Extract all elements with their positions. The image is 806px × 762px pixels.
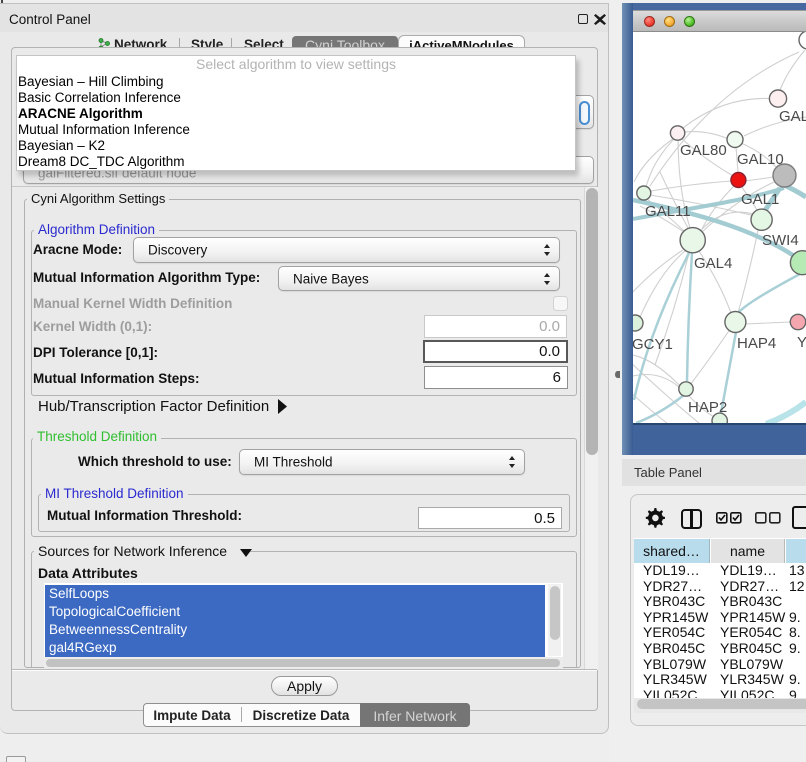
- svg-text:GAL80: GAL80: [680, 142, 727, 159]
- svg-text:GAL11: GAL11: [645, 203, 691, 220]
- svg-text:YE: YE: [797, 334, 806, 351]
- svg-text:HAP2: HAP2: [688, 399, 727, 416]
- svg-text:GAL10: GAL10: [737, 151, 784, 168]
- svg-text:SWI4: SWI4: [762, 232, 799, 249]
- svg-text:GAL1: GAL1: [741, 191, 779, 208]
- svg-text:GAL4: GAL4: [694, 255, 732, 272]
- svg-text:HAP4: HAP4: [737, 335, 776, 352]
- svg-text:GCY1: GCY1: [633, 336, 673, 353]
- svg-text:GAL7: GAL7: [779, 108, 806, 125]
